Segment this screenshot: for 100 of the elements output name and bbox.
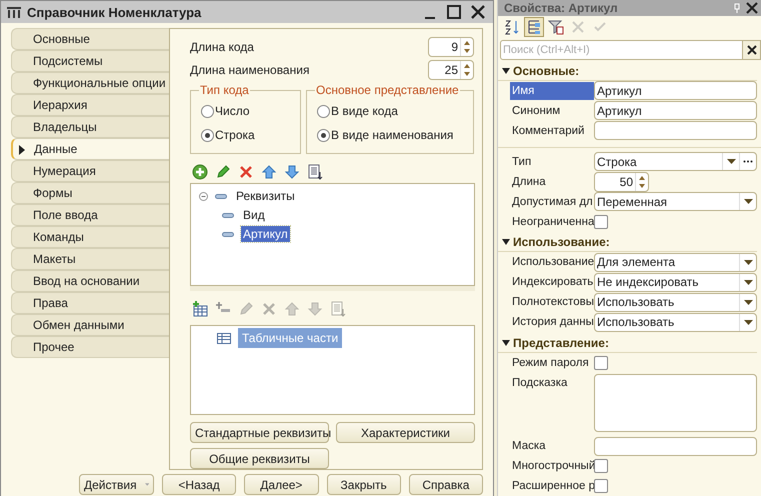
footer-button[interactable]: Действия — [79, 474, 154, 495]
field-label: Длина кода — [190, 40, 255, 54]
dropdown-icon — [744, 320, 752, 325]
tab[interactable]: Владельцы — [11, 116, 169, 138]
attribute-icon — [222, 212, 234, 218]
dropdown-icon — [744, 280, 752, 285]
minimize-icon — [425, 17, 435, 19]
footer-button[interactable]: Справка — [408, 474, 483, 495]
close-icon — [746, 2, 758, 14]
checkbox[interactable] — [594, 459, 608, 474]
tab[interactable]: Права — [11, 292, 169, 314]
property-label: Подсказка — [511, 376, 568, 392]
property-label: Неограниченна — [511, 214, 594, 230]
property-label: Индексировать — [511, 275, 594, 290]
group-title: Тип кода — [199, 83, 250, 98]
dropdown-field[interactable]: Использовать — [594, 292, 757, 312]
footer-button[interactable]: Далее> — [244, 474, 318, 495]
attribute-icon — [215, 194, 227, 199]
caret-icon — [144, 482, 149, 487]
text-area[interactable] — [594, 374, 757, 432]
footer-button[interactable]: Закрыть — [326, 474, 401, 495]
tab[interactable]: Иерархия — [11, 94, 169, 116]
number-field[interactable]: 9 — [428, 36, 474, 57]
spin-arrows-icon — [463, 62, 471, 77]
add-table-button[interactable] — [190, 299, 210, 320]
tab[interactable]: Основные — [11, 28, 169, 50]
radio-label: В виде наименования — [331, 128, 454, 142]
tab[interactable]: Команды — [11, 226, 169, 248]
number-field[interactable]: 50 — [594, 172, 649, 192]
radio-button[interactable] — [317, 104, 330, 118]
spin-arrows-icon — [463, 40, 471, 54]
tab[interactable]: Прочее — [11, 336, 169, 358]
text-field[interactable]: Артикул — [594, 81, 757, 100]
dropdown-field[interactable]: Строка — [594, 152, 757, 172]
add-table-icon — [192, 301, 208, 318]
sort-alphabetical-icon — [504, 18, 520, 35]
tab[interactable]: Обмен данными — [11, 314, 169, 336]
down-arrow-icon — [284, 164, 300, 180]
text-field[interactable] — [594, 121, 757, 140]
radio-label: Число — [215, 104, 250, 118]
ellipsis-icon — [743, 160, 753, 164]
dropdown-icon — [726, 159, 736, 164]
tab[interactable]: Нумерация — [11, 160, 169, 182]
panel-button[interactable]: Характеристики — [336, 422, 475, 444]
section-title: Представление: — [513, 336, 609, 350]
group-title: Основное представление — [315, 83, 460, 98]
filter-icon — [548, 18, 564, 35]
close-button[interactable] — [743, 2, 761, 14]
dropdown-field[interactable]: Переменная — [594, 192, 757, 212]
property-label: Использование — [511, 255, 594, 270]
pencil-icon — [215, 164, 231, 180]
radio-button[interactable] — [317, 128, 330, 142]
tab[interactable]: Данные — [11, 138, 169, 160]
tab[interactable]: Формы — [11, 182, 169, 204]
checkbox[interactable] — [594, 214, 608, 229]
property-label: Режим пароля — [511, 356, 590, 372]
property-label: Комментарий — [511, 124, 586, 139]
spin-arrows-icon — [638, 174, 646, 189]
close-icon — [746, 44, 756, 55]
footer-button[interactable]: <Назад — [162, 474, 236, 495]
property-label: Синоним — [511, 104, 562, 119]
up-arrow-icon — [261, 164, 277, 180]
attribute-icon — [222, 232, 234, 237]
property-label: Маска — [511, 439, 547, 454]
text-field[interactable]: Артикул — [594, 101, 757, 120]
close-button[interactable] — [469, 3, 487, 21]
tab[interactable]: Макеты — [11, 248, 169, 270]
checkbox[interactable] — [594, 356, 608, 370]
table-icon — [217, 332, 231, 344]
tree-list-button[interactable] — [524, 16, 544, 37]
property-label: История данны — [511, 315, 594, 330]
panel-button[interactable]: Стандартные реквизиты — [190, 422, 329, 444]
search-field[interactable]: Поиск (Ctrl+Alt+I) — [500, 40, 743, 60]
panel-button[interactable]: Общие реквизиты — [190, 448, 329, 470]
window-title: Справочник Номенклатура — [27, 4, 202, 20]
section-title: Использование: — [513, 235, 610, 250]
clear-button[interactable] — [743, 40, 761, 60]
add-button[interactable] — [190, 162, 210, 182]
radio-button[interactable] — [201, 104, 214, 118]
delete-icon — [261, 301, 277, 318]
tab[interactable]: Подсистемы — [11, 50, 169, 72]
radio-label: В виде кода — [331, 104, 398, 118]
radio-label: Строка — [215, 128, 255, 142]
tab[interactable]: Функциональные опции — [11, 72, 169, 94]
tree-item[interactable]: Вид — [241, 207, 267, 224]
tree-item[interactable]: Реквизиты — [234, 188, 297, 204]
radio-button[interactable] — [201, 128, 214, 142]
dropdown-field[interactable]: Не индексировать — [594, 272, 757, 292]
tree-item[interactable]: Артикул — [241, 226, 290, 242]
tab[interactable]: Ввод на основании — [11, 270, 169, 292]
tree-list-icon — [526, 18, 542, 35]
number-field[interactable]: 25 — [428, 60, 474, 80]
checkbox[interactable] — [594, 479, 608, 494]
dropdown-field[interactable]: Использовать — [594, 312, 757, 332]
up-arrow-icon — [284, 301, 300, 318]
dropdown-icon — [744, 300, 752, 305]
dropdown-field[interactable]: Для элемента — [594, 252, 757, 272]
tab[interactable]: Поле ввода — [11, 204, 169, 226]
text-field[interactable] — [594, 436, 757, 456]
maximize-button[interactable] — [445, 3, 463, 21]
